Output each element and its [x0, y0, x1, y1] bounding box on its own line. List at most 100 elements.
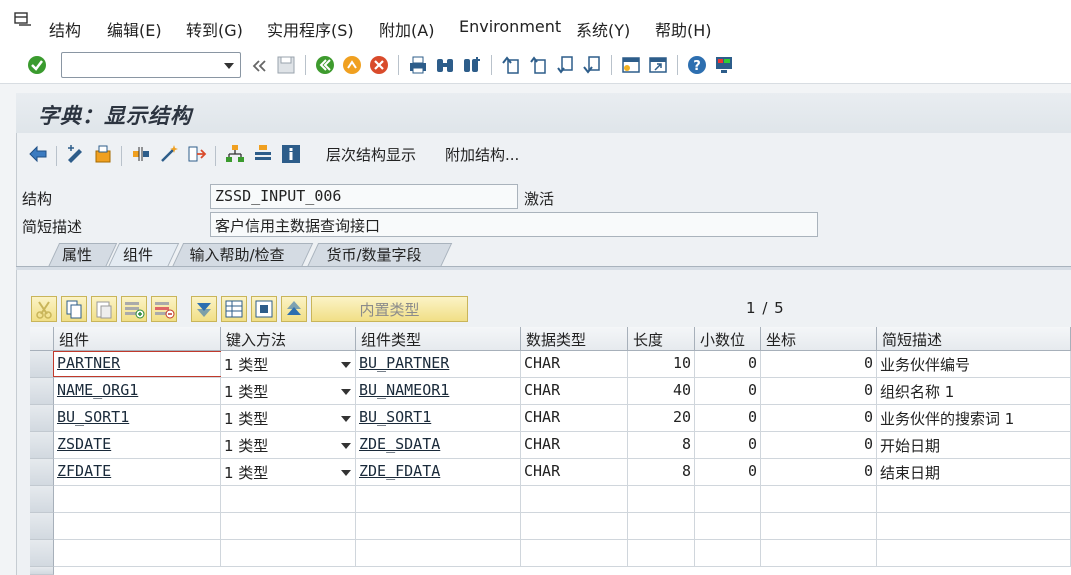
empty-cell[interactable] — [221, 540, 356, 567]
empty-cell[interactable] — [221, 513, 356, 540]
column-header-length[interactable]: 长度 — [628, 327, 695, 351]
help-icon[interactable]: ? — [686, 54, 708, 76]
tab-currency-quantity[interactable]: 货币/数量字段 — [307, 243, 453, 267]
menu-utilities[interactable]: 实用程序(S) — [267, 17, 354, 41]
find-next-icon[interactable] — [461, 54, 483, 76]
column-header-short-description[interactable]: 简短描述 — [877, 327, 1071, 351]
cut-row-button[interactable] — [31, 296, 57, 322]
select-all-button[interactable] — [221, 296, 247, 322]
next-page-icon[interactable] — [554, 54, 576, 76]
column-header-typing-method[interactable]: 键入方法 — [221, 327, 356, 351]
deselect-all-button[interactable] — [251, 296, 277, 322]
table-cell-component[interactable]: NAME_ORG1 — [54, 378, 221, 405]
find-icon[interactable] — [434, 54, 456, 76]
menu-extras[interactable]: 附加(A) — [379, 17, 434, 41]
short-description-field[interactable]: 客户信用主数据查询接口 — [210, 212, 818, 237]
table-cell-component-type[interactable]: ZDE_SDATA — [356, 432, 521, 459]
delete-row-button[interactable] — [151, 296, 177, 322]
sort-down-button[interactable] — [191, 296, 217, 322]
first-page-icon[interactable] — [500, 54, 522, 76]
empty-cell[interactable] — [54, 486, 221, 513]
table-cell-component-type[interactable]: ZDE_FDATA — [356, 459, 521, 486]
menu-edit[interactable]: 编辑(E) — [107, 17, 162, 41]
structure-field[interactable]: ZSSD_INPUT_006 — [210, 184, 518, 209]
menu-system[interactable]: 系统(Y) — [576, 17, 630, 41]
table-cell-component[interactable]: BU_SORT1 — [54, 405, 221, 432]
enter-checkmark-icon[interactable] — [26, 54, 48, 76]
table-cell-component-type[interactable]: BU_PARTNER — [356, 351, 521, 378]
paste-row-button[interactable] — [91, 296, 117, 322]
table-cell-typing-method[interactable]: 1 类型 — [221, 405, 356, 432]
double-chevron-left-icon[interactable] — [248, 55, 270, 77]
empty-cell[interactable] — [54, 513, 221, 540]
chevron-down-icon[interactable] — [224, 63, 234, 69]
chevron-down-icon[interactable] — [341, 470, 351, 476]
empty-cell[interactable] — [356, 486, 521, 513]
column-header-coordinate[interactable]: 坐标 — [761, 327, 877, 351]
menu-environment[interactable]: Environment — [459, 17, 561, 36]
activate-wand-icon[interactable] — [158, 143, 180, 165]
table-cell-typing-method[interactable]: 1 类型 — [221, 432, 356, 459]
row-selector[interactable] — [30, 405, 54, 432]
tab-input-help-check[interactable]: 输入帮助/检查 — [172, 243, 314, 267]
cancel-icon[interactable] — [368, 54, 390, 76]
menu-help[interactable]: 帮助(H) — [655, 17, 712, 41]
tab-components[interactable]: 组件 — [108, 243, 180, 267]
info-icon[interactable] — [280, 143, 302, 165]
row-selector[interactable] — [30, 459, 54, 486]
table-cell-typing-method[interactable]: 1 类型 — [221, 351, 356, 378]
create-session-icon[interactable] — [620, 54, 642, 76]
command-field[interactable] — [61, 52, 241, 78]
empty-cell[interactable] — [54, 540, 221, 567]
exit-icon[interactable] — [341, 54, 363, 76]
copy-row-button[interactable] — [61, 296, 87, 322]
row-selector[interactable] — [30, 432, 54, 459]
empty-cell[interactable] — [356, 513, 521, 540]
print-icon[interactable] — [407, 54, 429, 76]
row-selector[interactable] — [30, 351, 54, 378]
insert-row-button[interactable] — [121, 296, 147, 322]
check-icon[interactable] — [130, 143, 152, 165]
select-all-corner[interactable] — [30, 327, 54, 351]
customize-layout-icon[interactable] — [713, 54, 735, 76]
where-used-icon[interactable] — [186, 143, 208, 165]
menu-structure[interactable]: 结构 — [49, 17, 81, 41]
row-selector[interactable] — [30, 513, 54, 540]
last-page-icon[interactable] — [581, 54, 603, 76]
menu-goto[interactable]: 转到(G) — [186, 17, 243, 41]
chevron-down-icon[interactable] — [341, 443, 351, 449]
column-header-component-type[interactable]: 组件类型 — [356, 327, 521, 351]
save-icon[interactable] — [275, 54, 297, 76]
table-cell-component-type[interactable]: BU_NAMEOR1 — [356, 378, 521, 405]
system-menu-icon[interactable] — [14, 12, 32, 28]
table-cell-component-type[interactable]: BU_SORT1 — [356, 405, 521, 432]
empty-cell[interactable] — [221, 486, 356, 513]
table-cell-component[interactable]: ZSDATE — [54, 432, 221, 459]
empty-cell[interactable] — [356, 540, 521, 567]
row-selector[interactable] — [30, 567, 54, 575]
column-header-decimals[interactable]: 小数位 — [695, 327, 761, 351]
chevron-down-icon[interactable] — [341, 416, 351, 422]
previous-page-icon[interactable] — [527, 54, 549, 76]
column-header-data-type[interactable]: 数据类型 — [521, 327, 628, 351]
table-cell-typing-method[interactable]: 1 类型 — [221, 459, 356, 486]
back-arrow-icon[interactable] — [27, 143, 49, 165]
row-selector[interactable] — [30, 540, 54, 567]
sort-up-button[interactable] — [281, 296, 307, 322]
other-object-icon[interactable] — [92, 143, 114, 165]
row-selector[interactable] — [30, 486, 54, 513]
object-list-icon[interactable] — [252, 143, 274, 165]
display-change-icon[interactable] — [64, 143, 86, 165]
shortcut-icon[interactable] — [647, 54, 669, 76]
back-icon[interactable] — [314, 54, 336, 76]
table-cell-typing-method[interactable]: 1 类型 — [221, 378, 356, 405]
chevron-down-icon[interactable] — [341, 362, 351, 368]
row-selector[interactable] — [30, 378, 54, 405]
hierarchy-icon[interactable] — [224, 143, 246, 165]
column-header-component[interactable]: 组件 — [54, 327, 221, 351]
tab-attributes[interactable]: 属性 — [48, 243, 118, 267]
hierarchy-display-button[interactable]: 层次结构显示 — [326, 144, 416, 165]
append-structure-button[interactable]: 附加结构... — [445, 144, 519, 165]
table-cell-component[interactable]: ZFDATE — [54, 459, 221, 486]
builtin-type-button[interactable]: 内置类型 — [311, 296, 468, 322]
